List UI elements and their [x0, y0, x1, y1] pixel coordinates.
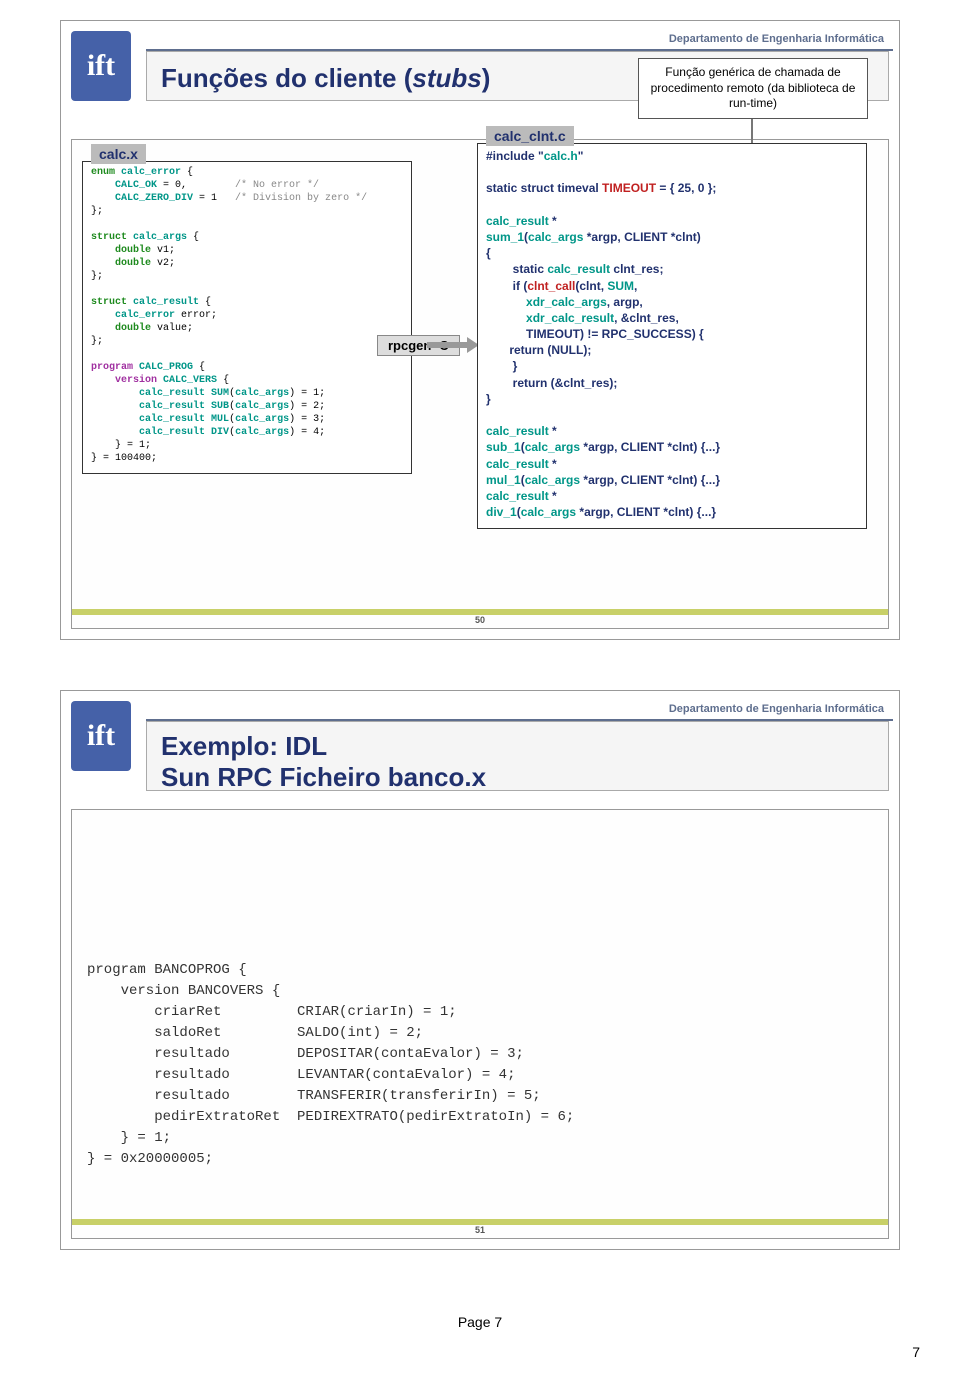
- arrow-icon: [427, 340, 477, 350]
- title-line-1: Exemplo: IDL: [161, 731, 486, 762]
- file-label-calc-clnt: calc_clnt.c: [486, 126, 574, 146]
- dept-header-2: Departamento de Engenharia Informática: [669, 703, 884, 715]
- page-footer: Page 7: [458, 1314, 502, 1330]
- code-box-calc-clnt: calc_clnt.c #include "calc.h" static str…: [477, 143, 867, 529]
- title-line-2: Sun RPC Ficheiro banco.x: [161, 762, 486, 793]
- slide-number-2: 51: [475, 1225, 485, 1235]
- code-box-calc-x: calc.x enum calc_error { CALC_OK = 0, /*…: [82, 161, 412, 474]
- slide-title-1: Funções do cliente (stubs): [161, 63, 490, 94]
- title-end: ): [482, 63, 491, 93]
- content-area-2: program BANCOPROG { version BANCOVERS { …: [71, 809, 889, 1239]
- logo-1: ift: [71, 31, 131, 101]
- code-calc-clnt: #include "calc.h" static struct timeval …: [478, 144, 866, 528]
- slide-title-2: Exemplo: IDL Sun RPC Ficheiro banco.x: [161, 731, 486, 793]
- callout-box: Função genérica de chamada de procedimen…: [638, 58, 868, 119]
- slide-number-1: 50: [475, 615, 485, 625]
- title-text: Funções do cliente (: [161, 63, 412, 93]
- code-banco-x: program BANCOPROG { version BANCOVERS { …: [87, 960, 574, 1170]
- file-label-calc-x: calc.x: [91, 144, 146, 164]
- slide-1: Departamento de Engenharia Informática i…: [60, 20, 900, 640]
- dept-header-1: Departamento de Engenharia Informática: [669, 33, 884, 45]
- logo-2: ift: [71, 701, 131, 771]
- slide-2: Departamento de Engenharia Informática i…: [60, 690, 900, 1250]
- title-italic: stubs: [412, 63, 481, 93]
- content-area-1: Função genérica de chamada de procedimen…: [71, 139, 889, 629]
- page-container: Departamento de Engenharia Informática i…: [0, 0, 960, 1380]
- page-corner-number: 7: [912, 1344, 920, 1360]
- code-calc-x: enum calc_error { CALC_OK = 0, /* No err…: [83, 162, 411, 473]
